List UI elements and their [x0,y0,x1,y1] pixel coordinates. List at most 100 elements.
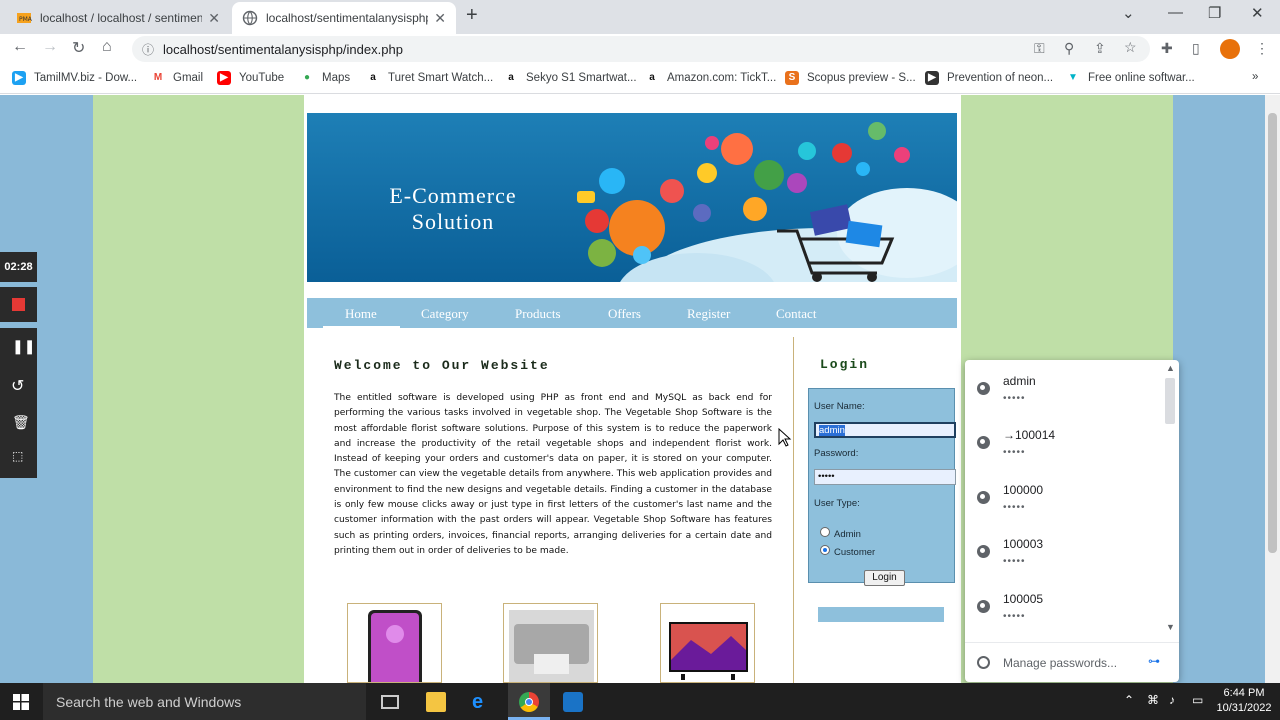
side-panel-icon[interactable]: ▯ [1192,40,1200,57]
delete-icon[interactable]: 🗑 [12,414,30,431]
login-title: Login [820,357,870,372]
saved-password-item[interactable]: 100005 ••••• [965,578,1165,632]
product-phone[interactable] [347,603,442,683]
address-bar[interactable]: ⓘ localhost/sentimentalanysisphp/index.p… [132,36,1150,62]
more-bookmarks-icon[interactable]: » [1252,71,1258,83]
youtube-icon: ▶ [217,71,231,85]
maximize-icon[interactable]: ❐ [1208,4,1221,22]
home-icon[interactable]: ⌂ [102,38,112,56]
restart-icon[interactable]: ↺ [11,376,24,396]
close-tab-icon[interactable]: ✕ [434,10,446,27]
bookmark-amazon-3[interactable]: a Amazon.com: TickT... [645,71,776,85]
file-explorer-icon[interactable] [426,692,446,712]
bookmark-youtube[interactable]: ▶ YouTube [217,71,284,85]
task-view-icon[interactable] [381,695,399,709]
bookmark-star-icon[interactable]: ☆ [1124,39,1137,56]
tab-active-page[interactable]: localhost/sentimentalanysisphp/i ✕ [232,2,456,34]
info-icon[interactable]: ⓘ [142,41,154,58]
pause-icon[interactable]: ❚❚ [12,338,35,355]
edge-icon[interactable]: e [472,692,492,712]
bookmark-gmail[interactable]: M Gmail [151,71,203,85]
nav-products[interactable]: Products [515,306,561,322]
recorder-app-icon[interactable] [563,692,583,712]
tab-title: localhost / localhost / sentimenta [40,11,203,25]
minimize-icon[interactable]: — [1168,4,1183,21]
recording-timer: 02:28 [0,252,37,282]
extensions-icon[interactable]: ✚ [1161,40,1173,57]
new-tab-icon[interactable]: + [466,4,478,27]
nav-category[interactable]: Category [421,306,469,322]
bookmark-tamilmv[interactable]: ▶ TamilMV.biz - Dow... [12,71,137,85]
stop-icon [12,298,25,311]
login-button[interactable]: Login [864,570,905,586]
bookmark-amazon-2[interactable]: a Sekyo S1 Smartwat... [504,71,637,85]
manage-passwords-link[interactable]: Manage passwords... [1003,656,1117,670]
usertype-label: User Type: [814,498,860,509]
saved-password-item[interactable]: 100000 ••••• [965,469,1165,523]
scroll-down-icon[interactable]: ▼ [1166,622,1175,632]
password-input[interactable]: ••••• [814,469,956,485]
nav-contact[interactable]: Contact [776,306,816,322]
bookmark-prevention[interactable]: ▶ Prevention of neon... [925,71,1053,85]
bookmark-amazon-1[interactable]: a Turet Smart Watch... [366,71,493,85]
back-icon[interactable]: ← [12,38,28,56]
network-icon[interactable]: ⌘ [1147,693,1159,707]
manage-passwords-row[interactable]: Manage passwords... ⊶ [965,642,1179,682]
saved-password-item[interactable]: →100014 ••••• [965,414,1165,468]
page-scrollbar[interactable] [1265,95,1280,683]
forward-icon[interactable]: → [42,38,58,56]
bookmark-scopus[interactable]: S Scopus preview - S... [785,71,916,85]
active-nav-underline [323,326,400,328]
taskbar-search[interactable]: Search the web and Windows [43,683,366,720]
column-divider [793,337,794,683]
username-label: User Name: [814,401,865,412]
globe-icon [242,10,258,26]
svg-text:PMA: PMA [19,16,32,23]
bookmarks-bar: ▶ TamilMV.biz - Dow... M Gmail ▶ YouTube ● M… [0,64,1280,94]
amazon-icon: a [366,71,380,85]
nav-register[interactable]: Register [687,306,730,322]
profile-avatar[interactable] [1220,39,1240,59]
site-key-icon [977,382,990,395]
scrollbar-thumb[interactable] [1268,113,1277,553]
product-tv[interactable] [660,603,755,683]
nav-offers[interactable]: Offers [608,306,641,322]
password-key-icon: ⊶ [1148,654,1160,668]
amazon-icon: a [645,71,659,85]
zoom-icon[interactable]: ⚲ [1064,40,1074,57]
product-sofa[interactable] [503,603,598,683]
chrome-taskbar-button[interactable] [508,683,550,720]
saved-password-item[interactable]: 100003 ••••• [965,523,1165,577]
customer-radio[interactable] [820,545,830,555]
reload-icon[interactable]: ↻ [72,38,85,58]
bookmark-free-software[interactable]: ▼ Free online softwar... [1066,71,1195,85]
bookmark-maps[interactable]: ● Maps [300,71,350,85]
gmail-icon: M [151,71,165,85]
tray-expand-icon[interactable]: ⌃ [1124,693,1134,707]
nav-home[interactable]: Home [345,306,377,322]
admin-radio[interactable] [820,527,830,537]
scroll-up-icon[interactable]: ▲ [1166,363,1175,373]
share-icon[interactable]: ⇪ [1094,40,1106,57]
draw-icon[interactable]: ⬚ [12,449,23,463]
maps-icon: ● [300,71,314,85]
username-input[interactable]: admin [814,422,956,438]
banner-title: E-Commerce Solution [389,183,517,234]
menu-icon[interactable]: ⋮ [1255,40,1269,57]
tab-search-icon[interactable]: ⌄ [1122,4,1135,22]
close-window-icon[interactable]: ✕ [1251,4,1264,22]
notifications-icon[interactable]: ▭ [1192,693,1203,707]
site-key-icon [977,600,990,613]
saved-password-item[interactable]: admin ••••• [965,360,1165,414]
taskbar-clock[interactable]: 6:44 PM 10/31/2022 [1213,686,1275,716]
popup-scrollbar-thumb[interactable] [1165,378,1175,424]
volume-icon[interactable]: ♪ [1169,693,1175,707]
close-tab-icon[interactable]: ✕ [208,10,220,27]
key-icon[interactable]: ⚿ [1034,40,1045,57]
welcome-title: Welcome to Our Website [334,358,550,373]
windows-start-icon[interactable] [13,694,29,710]
tab-phpmyadmin[interactable]: PMA localhost / localhost / sentimenta ✕ [6,2,230,34]
site-navbar: Home Category Products Offers Register C… [307,298,957,328]
tab-strip: PMA localhost / localhost / sentimenta ✕… [0,0,1280,34]
stop-recording-button[interactable] [0,287,37,322]
